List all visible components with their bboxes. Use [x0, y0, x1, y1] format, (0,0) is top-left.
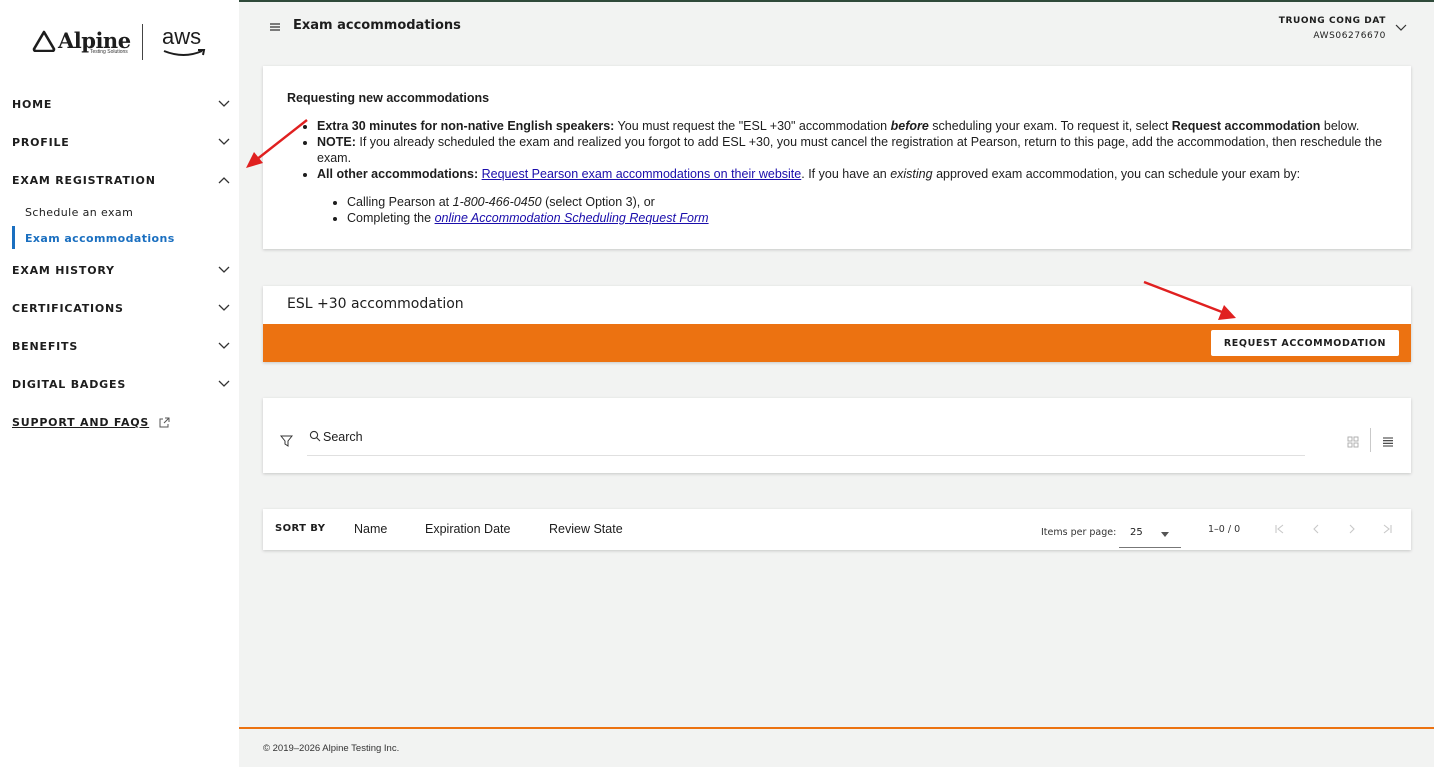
aws-wordmark: aws	[162, 24, 202, 49]
chevron-down-icon	[218, 138, 230, 145]
nav-profile[interactable]: PROFILE	[12, 132, 230, 152]
info-esl-text-3: below.	[1320, 119, 1360, 133]
nav-home-label: HOME	[12, 97, 53, 111]
user-name: TRUONG CONG DAT	[1278, 16, 1386, 26]
nav-exam-registration[interactable]: EXAM REGISTRATION	[12, 170, 230, 190]
nav-benefits-label: BENEFITS	[12, 339, 79, 353]
pearson-accommodations-link[interactable]: Request Pearson exam accommodations on t…	[482, 167, 802, 181]
accommodation-info-card: Requesting new accommodations Extra 30 m…	[263, 66, 1411, 249]
nav-exam-history-label: EXAM HISTORY	[12, 263, 115, 277]
nav-digital-badges[interactable]: DIGITAL BADGES	[12, 374, 230, 394]
nav-support-faqs[interactable]: SUPPORT AND FAQS	[12, 416, 170, 429]
sort-option-name[interactable]: Name	[354, 522, 387, 536]
esl-accommodation-card: ESL +30 accommodation REQUEST ACCOMMODAT…	[263, 286, 1411, 362]
info-list: Extra 30 minutes for non-native English …	[287, 118, 1387, 226]
search-input[interactable]	[323, 426, 1223, 448]
sort-by-label: SORT BY	[275, 523, 326, 534]
footer-divider	[239, 727, 1434, 729]
alpine-mountain-icon	[32, 30, 56, 52]
sort-option-review-state[interactable]: Review State	[549, 522, 623, 536]
nav-schedule-exam[interactable]: Schedule an exam	[25, 206, 133, 219]
nav-certifications-label: CERTIFICATIONS	[12, 301, 124, 315]
info-esl-text-1: You must request the "ESL +30" accommoda…	[614, 119, 891, 133]
esl-card-title: ESL +30 accommodation	[287, 296, 464, 312]
esl-action-bar: REQUEST ACCOMMODATION	[263, 324, 1411, 362]
info-esl-bold-2: Request accommodation	[1171, 119, 1321, 133]
grid-view-icon[interactable]	[1347, 436, 1359, 448]
nav-digital-badges-label: DIGITAL BADGES	[12, 377, 127, 391]
sidebar: Alpine Testing Solutions aws HOME PROFIL…	[0, 0, 239, 767]
chevron-down-icon	[218, 100, 230, 107]
search-card	[263, 398, 1411, 473]
info-other-bold: All other accommodations:	[317, 167, 479, 181]
info-item-other: All other accommodations: Request Pearso…	[317, 166, 1387, 226]
chevron-down-icon	[218, 304, 230, 311]
caret-down-icon	[1161, 532, 1169, 537]
page-range: 1–0 / 0	[1208, 524, 1241, 535]
next-page-icon[interactable]	[1345, 523, 1359, 535]
brand-logo[interactable]: Alpine Testing Solutions aws	[32, 24, 212, 64]
search-field	[307, 426, 1305, 456]
chevron-down-icon	[218, 266, 230, 273]
nav-exam-history[interactable]: EXAM HISTORY	[12, 260, 230, 280]
info-esl-emphasis: before	[890, 119, 929, 133]
info-call-text-2: (select Option 3), or	[541, 195, 655, 209]
info-call-text-1: Calling Pearson at	[347, 195, 453, 209]
request-accommodation-button[interactable]: REQUEST ACCOMMODATION	[1211, 330, 1399, 356]
user-menu[interactable]: TRUONG CONG DAT AWS06276670	[1279, 14, 1386, 44]
nav-exam-registration-label: EXAM REGISTRATION	[12, 173, 156, 187]
logo-divider	[142, 24, 143, 60]
user-menu-chevron-icon[interactable]	[1395, 24, 1407, 32]
sort-pagination-bar: SORT BY Name Expiration Date Review Stat…	[263, 509, 1411, 550]
info-sub-form: Completing the online Accommodation Sche…	[347, 210, 1387, 226]
info-esl-bold: Extra 30 minutes for non-native English …	[317, 119, 615, 133]
items-per-page-select[interactable]: 25	[1119, 520, 1181, 548]
info-other-text-1: . If you have an	[801, 167, 891, 181]
sort-option-expiration-date[interactable]: Expiration Date	[425, 522, 510, 536]
external-link-icon	[159, 417, 170, 428]
info-item-note: NOTE: If you already scheduled the exam …	[317, 134, 1387, 166]
info-sublist: Calling Pearson at 1-800-466-0450 (selec…	[317, 194, 1387, 226]
info-esl-text-2: scheduling your exam. To request it, sel…	[928, 119, 1172, 133]
info-form-text: Completing the	[347, 211, 435, 225]
pearson-phone: 1-800-466-0450	[452, 195, 542, 209]
items-per-page-label: Items per page:	[1041, 527, 1117, 538]
scheduling-request-form-link[interactable]: online Accommodation Scheduling Request …	[435, 211, 709, 225]
search-icon	[309, 430, 321, 442]
view-toggle-divider	[1370, 428, 1371, 452]
nav-exam-accommodations[interactable]: Exam accommodations	[25, 232, 175, 245]
info-note-bold: NOTE:	[317, 135, 356, 149]
nav-profile-label: PROFILE	[12, 135, 70, 149]
user-id: AWS06276670	[1313, 31, 1386, 41]
info-note-text: If you already scheduled the exam and re…	[317, 135, 1383, 165]
first-page-icon[interactable]	[1273, 523, 1287, 535]
active-indicator	[12, 226, 15, 249]
info-heading: Requesting new accommodations	[287, 91, 490, 105]
chevron-down-icon	[218, 380, 230, 387]
info-sub-call: Calling Pearson at 1-800-466-0450 (selec…	[347, 194, 1387, 210]
nav-certifications[interactable]: CERTIFICATIONS	[12, 298, 230, 318]
nav-home[interactable]: HOME	[12, 94, 230, 114]
alpine-tagline: Testing Solutions	[90, 49, 128, 55]
items-per-page-value: 25	[1130, 527, 1143, 538]
aws-smile-icon	[163, 49, 206, 56]
last-page-icon[interactable]	[1380, 523, 1394, 535]
chevron-up-icon	[218, 177, 230, 184]
info-other-emphasis: existing	[890, 167, 933, 181]
footer-copyright: © 2019–2026 Alpine Testing Inc.	[263, 743, 400, 754]
info-other-text-2: approved exam accommodation, you can sch…	[932, 167, 1301, 181]
hamburger-menu-icon[interactable]	[268, 21, 282, 33]
filter-icon[interactable]	[280, 435, 293, 447]
info-item-esl: Extra 30 minutes for non-native English …	[317, 118, 1387, 134]
nav-support-faqs-label: SUPPORT AND FAQS	[12, 416, 150, 429]
chevron-down-icon	[218, 342, 230, 349]
nav-benefits[interactable]: BENEFITS	[12, 336, 230, 356]
previous-page-icon[interactable]	[1309, 523, 1323, 535]
page-title: Exam accommodations	[293, 18, 461, 33]
list-view-icon[interactable]	[1382, 436, 1394, 448]
